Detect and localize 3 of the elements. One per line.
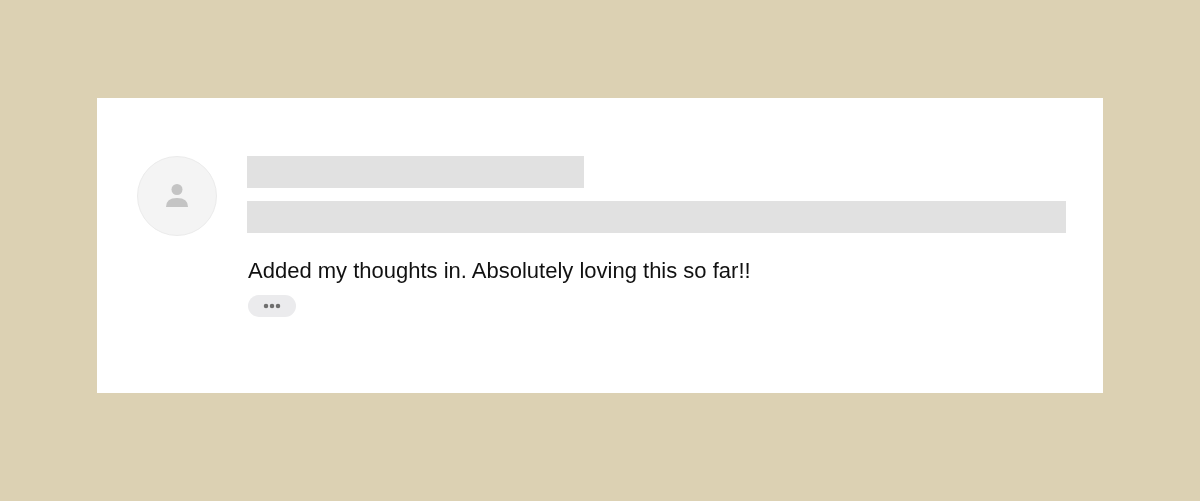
comment-text: Added my thoughts in. Absolutely loving this so far!! (248, 257, 751, 285)
more-button[interactable] (248, 295, 296, 317)
more-icon (263, 303, 281, 309)
